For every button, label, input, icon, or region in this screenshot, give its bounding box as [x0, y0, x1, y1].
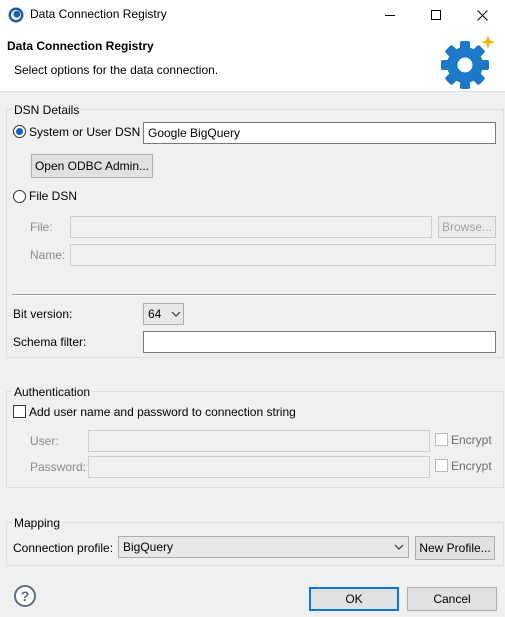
header-description: Select options for the data connection. — [14, 63, 219, 77]
connection-profile-select[interactable]: BigQuery — [118, 536, 409, 558]
app-logo-icon — [8, 7, 24, 23]
file-field[interactable] — [70, 216, 432, 238]
system-user-dsn-label[interactable]: System or User DSN — [29, 125, 140, 139]
title-bar: Data Connection Registry — [0, 0, 505, 30]
schema-filter-field[interactable] — [143, 331, 496, 353]
dsn-separator — [12, 294, 496, 296]
minimize-icon — [385, 14, 395, 16]
header-title: Data Connection Registry — [7, 39, 154, 53]
connection-profile-value: BigQuery — [123, 540, 174, 554]
add-credentials-checkbox[interactable] — [13, 405, 26, 418]
file-label: File: — [30, 220, 53, 234]
password-label: Password: — [30, 460, 87, 474]
new-profile-button[interactable]: New Profile... — [415, 536, 495, 560]
mapping-legend: Mapping — [12, 516, 63, 530]
password-encrypt-checkbox[interactable] — [435, 459, 448, 472]
maximize-icon — [431, 10, 441, 20]
window-title: Data Connection Registry — [30, 7, 167, 21]
password-field[interactable] — [88, 456, 430, 478]
close-icon — [476, 9, 488, 21]
authentication-legend: Authentication — [12, 385, 93, 399]
file-dsn-label[interactable]: File DSN — [29, 189, 77, 203]
name-field[interactable] — [70, 244, 496, 266]
user-field[interactable] — [88, 430, 430, 452]
minimize-button[interactable] — [367, 0, 413, 30]
chevron-down-icon — [394, 544, 404, 550]
connection-profile-label: Connection profile: — [13, 541, 114, 555]
dsn-details-legend: DSN Details — [12, 103, 82, 117]
gear-icon — [440, 33, 498, 89]
bit-version-value: 64 — [148, 307, 162, 321]
bit-version-select[interactable]: 64 — [143, 303, 184, 325]
system-user-dsn-field[interactable]: Google BigQuery — [143, 122, 496, 144]
maximize-button[interactable] — [413, 0, 459, 30]
ok-button[interactable]: OK — [309, 587, 399, 611]
close-button[interactable] — [459, 0, 505, 30]
dialog-header: Data Connection Registry Select options … — [0, 30, 505, 92]
open-odbc-admin-button[interactable]: Open ODBC Admin... — [31, 154, 153, 178]
password-encrypt-label[interactable]: Encrypt — [451, 459, 492, 473]
schema-filter-label: Schema filter: — [13, 335, 87, 349]
name-label: Name: — [30, 248, 66, 262]
browse-button[interactable]: Browse... — [438, 216, 496, 238]
user-encrypt-checkbox[interactable] — [435, 433, 448, 446]
help-icon[interactable]: ? — [14, 585, 36, 607]
chevron-down-icon — [171, 311, 181, 317]
user-label: User: — [30, 434, 59, 448]
user-encrypt-label[interactable]: Encrypt — [451, 433, 492, 447]
file-dsn-radio[interactable] — [13, 190, 26, 203]
add-credentials-label[interactable]: Add user name and password to connection… — [29, 405, 296, 419]
cancel-button[interactable]: Cancel — [407, 587, 497, 611]
system-user-dsn-radio[interactable] — [13, 125, 26, 138]
bit-version-label: Bit version: — [13, 307, 73, 321]
